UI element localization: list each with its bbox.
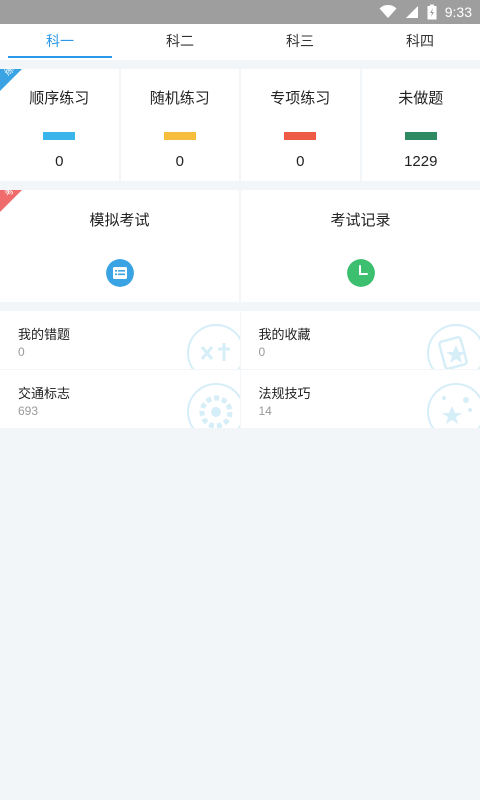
grid-count: 693 [18, 404, 39, 418]
practice-title: 顺序练习 [29, 89, 90, 107]
wrong-questions-card[interactable]: 我的错题 0 [0, 311, 240, 369]
regulation-tips-card[interactable]: 法规技巧 14 [240, 370, 480, 428]
grid-title: 我的错题 [18, 328, 71, 343]
wifi-icon [379, 5, 397, 18]
practice-corner-label: 练 [3, 64, 17, 79]
practice-color-bar [284, 132, 317, 140]
grid-count: 0 [258, 345, 266, 359]
exam-record-card[interactable]: 考试记录 [241, 190, 480, 302]
topic-practice-card[interactable]: 专项练习 0 [241, 69, 360, 181]
favorite-star-icon [427, 324, 480, 369]
random-practice-card[interactable]: 随机练习 0 [120, 69, 239, 181]
status-time: 9:33 [444, 4, 472, 20]
practice-section: 练 顺序练习 0 随机练习 0 专项练习 0 未做题 1229 [0, 65, 480, 181]
grid-title: 我的收藏 [258, 328, 311, 343]
exam-paper-icon [105, 259, 134, 287]
practice-count: 0 [296, 153, 305, 170]
grid-title: 交通标志 [18, 387, 71, 402]
collections-grid: 我的错题 0 我的收藏 0 交通标志 693 法规技巧 14 [0, 311, 480, 429]
practice-color-bar [163, 132, 196, 140]
tab-subject-2[interactable]: 科二 [120, 24, 240, 60]
practice-count: 0 [55, 153, 64, 170]
practice-title: 专项练习 [270, 89, 331, 107]
grid-title: 法规技巧 [258, 387, 311, 402]
exam-title: 考试记录 [330, 211, 391, 229]
wrong-answer-icon [186, 324, 240, 369]
undone-questions-card[interactable]: 未做题 1229 [361, 69, 480, 181]
grid-count: 14 [258, 404, 272, 418]
status-bar: 9:33 [0, 0, 480, 24]
practice-color-bar [404, 132, 437, 140]
tips-stars-icon [427, 383, 480, 428]
tab-subject-3[interactable]: 科三 [240, 24, 360, 60]
exam-section: 考 模拟考试 考试记录 [0, 186, 480, 302]
exam-title: 模拟考试 [89, 211, 150, 229]
practice-count: 1229 [404, 153, 438, 170]
sequential-practice-card[interactable]: 练 顺序练习 0 [0, 65, 119, 181]
subject-tabs: 科一 科二 科三 科四 [0, 24, 480, 60]
traffic-signs-card[interactable]: 交通标志 693 [0, 370, 240, 428]
signal-icon [405, 6, 418, 18]
mock-exam-card[interactable]: 考 模拟考试 [0, 186, 239, 302]
clock-icon [346, 259, 375, 287]
practice-title: 随机练习 [149, 89, 210, 107]
practice-title: 未做题 [398, 89, 444, 107]
grid-count: 0 [18, 345, 25, 359]
practice-color-bar [43, 132, 76, 140]
exam-corner-label: 考 [3, 185, 17, 200]
practice-count: 0 [175, 153, 184, 170]
battery-charging-icon [427, 4, 437, 20]
my-favorites-card[interactable]: 我的收藏 0 [240, 311, 480, 369]
tab-subject-4[interactable]: 科四 [360, 24, 480, 60]
traffic-sign-icon [186, 383, 240, 428]
tab-subject-1[interactable]: 科一 [0, 24, 120, 60]
